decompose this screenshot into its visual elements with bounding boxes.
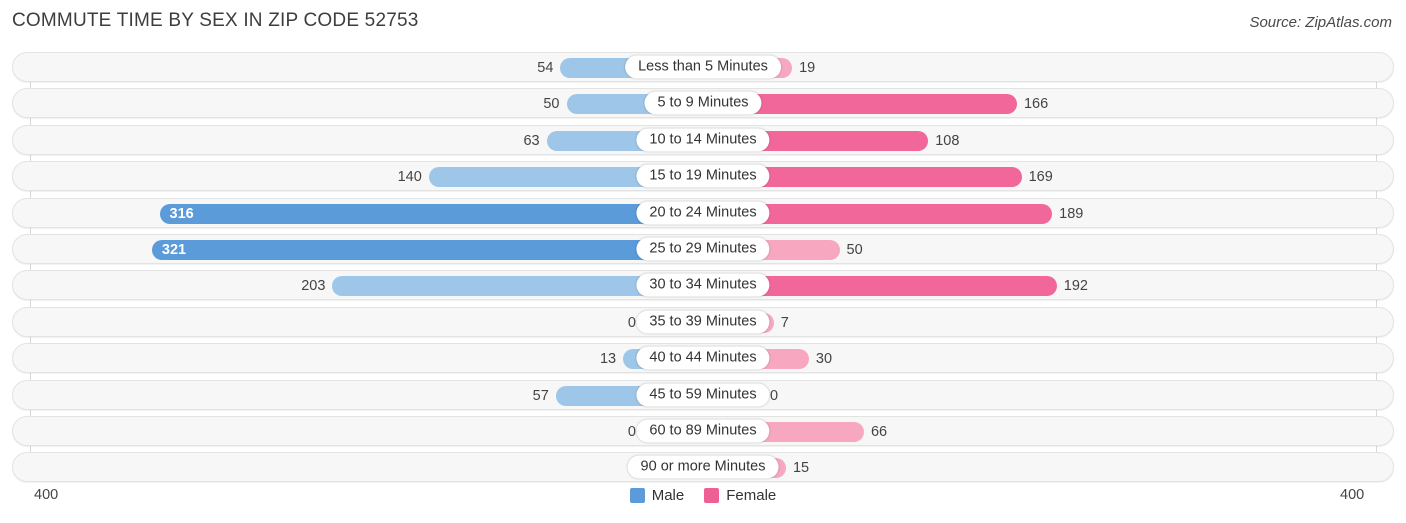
bar-value-male: 316 — [169, 205, 194, 222]
bar-value-female: 189 — [1059, 205, 1084, 222]
table-row: 321 50 25 to 29 Minutes — [12, 234, 1394, 264]
bar-male[interactable]: 316 — [159, 203, 703, 224]
table-row: 63 108 10 to 14 Minutes — [12, 124, 1394, 155]
bar-value-female: 7 — [780, 314, 789, 331]
bar-value-male: 321 — [161, 242, 187, 258]
legend-item-female[interactable]: Female — [704, 487, 776, 504]
bar-value-male: 0 — [627, 314, 636, 331]
legend-label-female: Female — [726, 487, 777, 504]
table-row: 140 169 15 to 19 Minutes — [12, 161, 1394, 192]
bar-value-female: 15 — [792, 460, 810, 477]
table-row: 0 66 60 to 89 Minutes — [12, 416, 1394, 446]
chart-plot-area: 54 19 Less than 5 Minutes 50 166 5 to 9 Minut… — [0, 52, 1406, 483]
bar-value-male: 54 — [537, 60, 554, 76]
legend-label-male: Male — [651, 487, 685, 504]
category-label: 20 to 24 Minutes — [636, 201, 770, 225]
bar-value-female: 108 — [935, 132, 960, 149]
page-title: COMMUTE TIME BY SEX IN ZIP CODE 52753 — [12, 10, 419, 31]
table-row: 203 192 30 to 34 Minutes — [12, 270, 1394, 301]
table-row: 54 19 Less than 5 Minutes — [12, 52, 1394, 82]
bar-value-female: 166 — [1023, 96, 1049, 113]
category-label: 40 to 44 Minutes — [636, 346, 770, 370]
bar-value-male: 203 — [301, 278, 326, 295]
table-row: 316 189 20 to 24 Minutes — [12, 197, 1394, 228]
table-row: 01590 or more Minutes — [12, 452, 1394, 483]
bar-value-male: 0 — [627, 424, 636, 440]
bar-value-male: 57 — [532, 387, 549, 404]
table-row: 50 166 5 to 9 Minutes — [12, 88, 1394, 119]
bar-value-female: 30 — [815, 351, 833, 368]
category-label: 10 to 14 Minutes — [636, 128, 770, 152]
category-label: 5 to 9 Minutes — [644, 91, 762, 115]
bar-value-male: 50 — [543, 96, 560, 113]
bar-value-female: 50 — [846, 242, 863, 258]
bar-value-female: 169 — [1028, 169, 1053, 186]
category-label: 15 to 19 Minutes — [636, 164, 770, 188]
category-label: 60 to 89 Minutes — [636, 419, 770, 443]
category-label: 90 or more Minutes — [627, 455, 779, 479]
table-row: 57 0 45 to 59 Minutes — [12, 379, 1394, 410]
legend-swatch-male — [629, 488, 645, 503]
bar-value-male: 13 — [599, 351, 617, 368]
category-label: Less than 5 Minutes — [625, 55, 781, 79]
category-label: 30 to 34 Minutes — [636, 273, 770, 297]
bar-value-male: 140 — [397, 169, 422, 186]
bar-value-female: 19 — [799, 60, 816, 76]
chart-legend: Male Female — [0, 487, 1406, 504]
source-label: Source: ZipAtlas.com — [1249, 14, 1392, 31]
bar-value-female: 192 — [1063, 278, 1088, 295]
legend-item-male[interactable]: Male — [629, 487, 685, 504]
bar-value-female: 66 — [870, 424, 888, 440]
bar-male[interactable]: 321 — [151, 240, 703, 260]
legend-swatch-female — [704, 488, 720, 503]
category-label: 25 to 29 Minutes — [636, 237, 770, 261]
category-label: 35 to 39 Minutes — [636, 310, 770, 334]
bar-value-female: 0 — [770, 387, 779, 404]
category-label: 45 to 59 Minutes — [636, 383, 770, 407]
bar-value-male: 63 — [523, 132, 540, 149]
table-row: 0 7 35 to 39 Minutes — [12, 306, 1394, 337]
table-row: 13 30 40 to 44 Minutes — [12, 343, 1394, 374]
